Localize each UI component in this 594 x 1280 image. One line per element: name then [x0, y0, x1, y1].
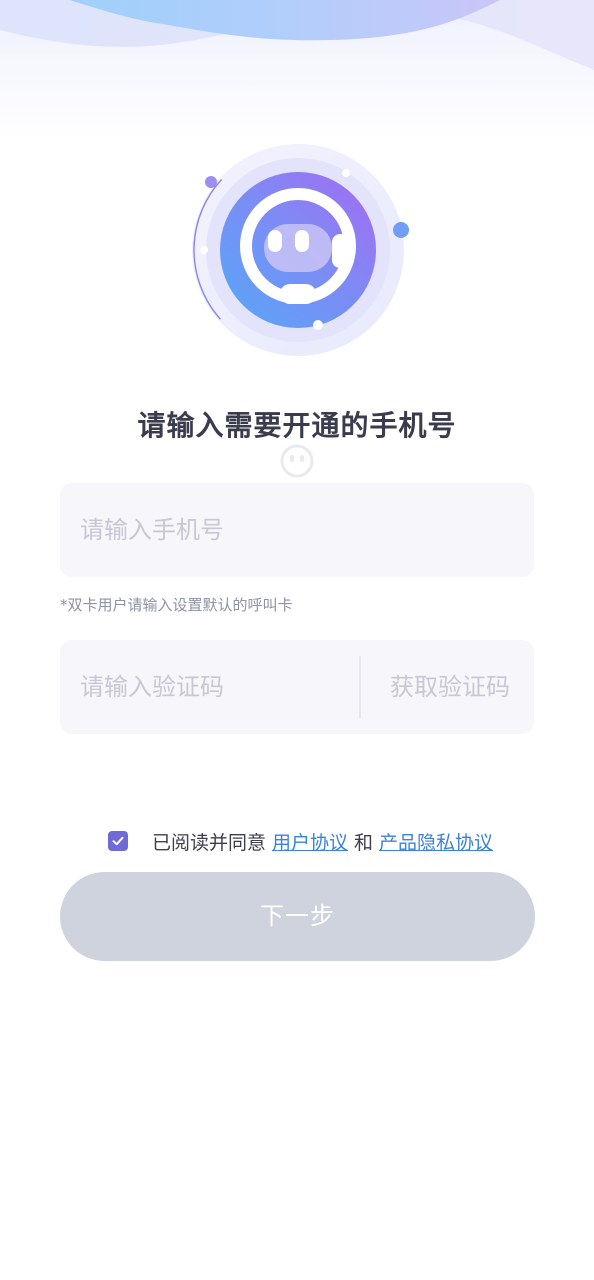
page-title: 请输入需要开通的手机号 — [137, 409, 457, 442]
privacy-agreement-link[interactable]: 产品隐私协议 — [379, 828, 493, 855]
agreement-prefix: 已阅读并同意 — [152, 831, 267, 854]
phone-input[interactable] — [80, 483, 350, 577]
top-wave-decoration — [0, 0, 594, 140]
agreement-connector: 和 — [354, 831, 374, 854]
code-field: 获取验证码 — [60, 640, 534, 734]
code-divider — [359, 656, 361, 718]
verification-code-input[interactable] — [80, 640, 350, 734]
agreement-checkbox[interactable] — [108, 831, 128, 851]
get-code-button[interactable]: 获取验证码 — [390, 640, 510, 734]
agreement-row: 已阅读并同意 用户协议 和 产品隐私协议 — [108, 826, 499, 856]
phone-field — [60, 483, 534, 577]
next-step-button[interactable]: 下一步 — [60, 872, 535, 961]
headset-chat-logo — [186, 138, 410, 362]
smile-watermark-icon — [279, 443, 315, 479]
user-agreement-link[interactable]: 用户协议 — [272, 828, 348, 855]
checkmark-icon — [112, 836, 124, 846]
dual-sim-hint: *双卡用户请输入设置默认的呼叫卡 — [60, 596, 293, 614]
